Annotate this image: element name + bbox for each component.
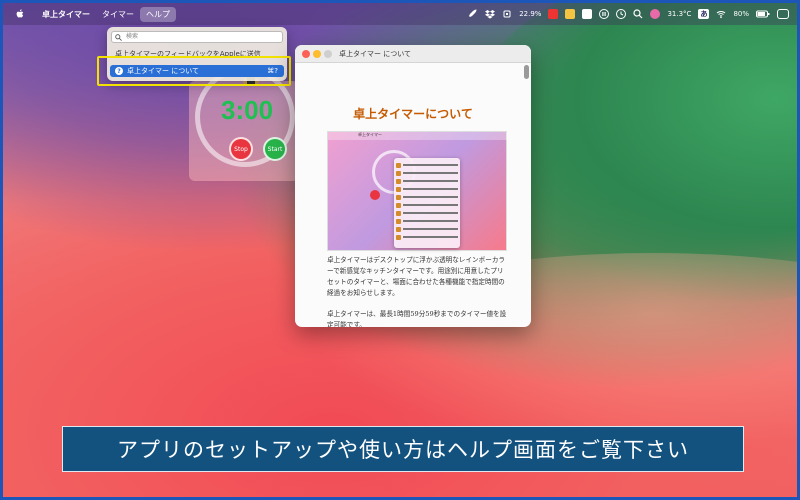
about-heading: 卓上タイマーについて — [353, 107, 473, 121]
app-screenshot: 卓上タイマー — [327, 131, 508, 251]
apple-icon[interactable] — [14, 8, 26, 20]
wifi-icon[interactable] — [716, 9, 726, 19]
cpu-icon[interactable] — [502, 9, 512, 19]
notes-icon[interactable] — [565, 9, 576, 19]
about-window: 卓上タイマー について 卓上タイマーについて 卓上タイマー 卓上タイマーはデスク… — [295, 45, 531, 327]
screenshot-menubar: 卓上タイマー — [328, 132, 508, 140]
menu-app-name[interactable]: 卓上タイマー — [42, 9, 90, 20]
input-method[interactable]: あ — [698, 9, 710, 19]
help-search-placeholder: 検索 — [126, 33, 139, 40]
preset-row — [396, 161, 458, 169]
about-body: 卓上タイマーはデスクトップに浮かぶ透明なレインボーカラーで新感覚なキッチンタイマ… — [327, 255, 509, 327]
menu-help[interactable]: ヘルプ — [140, 6, 176, 22]
search-icon — [115, 34, 122, 41]
clock-icon[interactable] — [616, 9, 627, 19]
scrollbar[interactable] — [524, 65, 529, 79]
start-button[interactable]: Start — [263, 137, 287, 161]
dropbox-icon[interactable] — [485, 9, 496, 19]
preset-row — [396, 225, 458, 233]
stop-button[interactable]: Stop — [229, 137, 253, 161]
search-icon[interactable] — [633, 9, 643, 19]
preset-row — [396, 217, 458, 225]
help-search-input[interactable]: 検索 — [111, 31, 283, 43]
preset-row — [396, 209, 458, 217]
about-paragraph-1: 卓上タイマーはデスクトップに浮かぶ透明なレインボーカラーで新感覚なキッチンタイマ… — [327, 256, 506, 297]
preset-row — [396, 201, 458, 209]
pause-icon[interactable] — [599, 9, 610, 19]
menu-timer[interactable]: タイマー — [102, 9, 134, 20]
rocket-icon[interactable] — [468, 9, 478, 19]
battery-percent[interactable]: 80% — [733, 10, 749, 18]
screenshot-stop-button — [370, 190, 380, 200]
screenshot-preset-list — [394, 158, 460, 248]
control-center-icon[interactable] — [777, 9, 789, 19]
grid-icon[interactable] — [582, 9, 593, 19]
about-titlebar[interactable]: 卓上タイマー について — [295, 45, 531, 63]
cpu-usage[interactable]: 22.9% — [519, 10, 541, 18]
highlight-box — [97, 56, 291, 86]
timer-widget: 3:00 Stop Start — [189, 67, 299, 181]
battery-icon[interactable] — [756, 9, 770, 19]
about-window-title: 卓上タイマー について — [339, 50, 412, 58]
caption-banner: アプリのセットアップや使い方はヘルプ画面をご覧下さい — [62, 426, 744, 472]
minimize-button[interactable] — [313, 50, 321, 58]
desktop: 卓上タイマー タイマー ヘルプ 22.9% 31.3°C あ 80% 3:00 … — [3, 3, 797, 497]
temperature[interactable]: 31.3°C — [667, 10, 691, 18]
weather-icon[interactable] — [650, 9, 661, 19]
status-area: 22.9% 31.3°C あ 80% — [468, 3, 789, 25]
about-paragraph-2: 卓上タイマーは、最長1時間59分59秒までのタイマー値を設定可能です。 — [327, 310, 507, 327]
timer-display: 3:00 — [221, 95, 274, 125]
preset-row — [396, 177, 458, 185]
zoom-button[interactable] — [324, 50, 332, 58]
calendar-icon[interactable] — [548, 9, 559, 19]
preset-row — [396, 169, 458, 177]
preset-row — [396, 193, 458, 201]
menu-bar: 卓上タイマー タイマー ヘルプ 22.9% 31.3°C あ 80% — [3, 3, 797, 25]
preset-row — [396, 185, 458, 193]
preset-row — [396, 233, 458, 241]
close-button[interactable] — [302, 50, 310, 58]
